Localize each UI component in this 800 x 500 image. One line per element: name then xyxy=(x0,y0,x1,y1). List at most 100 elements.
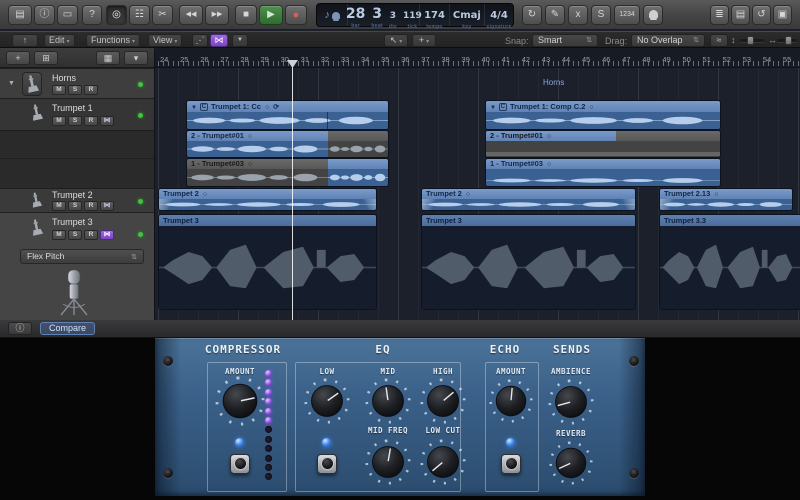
region-trumpet3-c[interactable]: Trumpet 3.3 xyxy=(659,214,800,310)
edit-menu[interactable]: Edit▾ xyxy=(44,34,75,47)
secondary-tool-menu[interactable]: +▾ xyxy=(412,34,436,47)
smart-controls-button[interactable]: ◎ xyxy=(106,5,127,25)
solo-button[interactable]: S xyxy=(68,116,82,126)
bar-ruler[interactable]: 2425262728293031323334353637383940414243… xyxy=(155,48,800,68)
compressor-amount-knob[interactable] xyxy=(215,376,265,426)
track-name[interactable]: Horns xyxy=(52,73,76,83)
disclosure-triangle-icon[interactable]: ▼ xyxy=(490,105,496,111)
add-track-button[interactable]: + xyxy=(6,51,30,65)
record-enable-button[interactable]: R xyxy=(84,85,98,95)
automation-button[interactable]: ⋰ xyxy=(192,34,208,47)
region-trumpet2-a[interactable]: Trumpet 2○ xyxy=(158,188,377,211)
take-lane-header[interactable] xyxy=(0,130,154,158)
drag-select[interactable]: No Overlap⇅ xyxy=(631,34,705,47)
region-trumpet3-a[interactable]: Trumpet 3 xyxy=(158,214,377,310)
loop-indicator-icon[interactable]: ○ xyxy=(547,161,551,168)
eq-power-switch[interactable] xyxy=(317,454,337,474)
region-trumpet2-b[interactable]: Trumpet 2○ xyxy=(421,188,636,211)
track-on-indicator[interactable] xyxy=(138,113,143,118)
record-enable-button[interactable]: R xyxy=(84,230,98,240)
duplicate-track-button[interactable]: ⊞ xyxy=(34,51,58,65)
record-enable-button[interactable]: R xyxy=(84,201,98,211)
echo-amount-knob[interactable] xyxy=(489,379,533,423)
flex-button[interactable]: ⋈ xyxy=(210,34,228,47)
region-trumpet3-b[interactable]: Trumpet 3 xyxy=(421,214,636,310)
stop-button[interactable]: ■ xyxy=(235,5,257,25)
track-icon-box[interactable] xyxy=(22,72,42,96)
track-header-trumpet2[interactable]: Trumpet 2 M S R ⋈ xyxy=(0,188,154,212)
loop-indicator-icon[interactable]: ○ xyxy=(466,191,470,198)
track-on-indicator[interactable] xyxy=(138,232,143,237)
solo-mode-button[interactable]: S xyxy=(591,5,611,25)
track-name[interactable]: Trumpet 1 xyxy=(52,103,93,113)
region-take-1[interactable]: 1 - Trumpet#03○ xyxy=(485,158,721,187)
vertical-zoom-thumb[interactable] xyxy=(747,36,754,45)
waveform-zoom-button[interactable]: ≈ xyxy=(710,34,728,47)
snap-select[interactable]: Smart⇅ xyxy=(532,34,598,47)
loop-indicator-icon[interactable]: ○ xyxy=(714,191,718,198)
region-take-2[interactable]: 2 - Trumpet#01○ xyxy=(485,130,721,158)
horizontal-zoom-thumb[interactable] xyxy=(785,36,792,45)
cycle-indicator-icon[interactable]: ⟳ xyxy=(273,104,279,111)
replace-button[interactable]: x xyxy=(568,5,588,25)
track-zoom-button[interactable]: ▦ xyxy=(96,51,120,65)
reverb-send-knob[interactable] xyxy=(549,441,593,485)
list-editors-button[interactable]: ≣ xyxy=(710,5,729,25)
track-on-indicator[interactable] xyxy=(138,199,143,204)
note-pads-button[interactable]: ▤ xyxy=(731,5,750,25)
autopunch-button[interactable]: ✎ xyxy=(545,5,565,25)
vertical-zoom-slider[interactable] xyxy=(740,39,764,42)
mute-button[interactable]: M xyxy=(52,116,66,126)
flex-button[interactable]: ⋈ xyxy=(100,116,114,126)
library-button[interactable]: ▤ xyxy=(8,5,32,25)
flex-button[interactable]: ⋈ xyxy=(100,201,114,211)
track-on-indicator[interactable] xyxy=(138,82,143,87)
region-take-folder-header[interactable]: ▼CTrumpet 1: Cc○⟳ xyxy=(186,100,389,130)
mute-button[interactable]: M xyxy=(52,201,66,211)
loop-indicator-icon[interactable]: ○ xyxy=(248,133,252,140)
metronome-button[interactable] xyxy=(643,5,663,25)
eq-low-knob[interactable] xyxy=(304,378,350,424)
solo-button[interactable]: S xyxy=(68,201,82,211)
compressor-power-switch[interactable] xyxy=(230,454,250,474)
disclosure-triangle-icon[interactable]: ▼ xyxy=(8,80,15,87)
editors-button[interactable]: ✂ xyxy=(152,5,173,25)
track-header-trumpet1[interactable]: Trumpet 1 M S R ⋈ xyxy=(0,98,154,130)
count-in-button[interactable]: 1234 xyxy=(614,5,640,25)
forward-button[interactable]: ▶▶ xyxy=(205,5,229,25)
record-button[interactable]: ● xyxy=(285,5,307,25)
flex-button[interactable]: ⋈ xyxy=(100,230,114,240)
ambience-send-knob[interactable] xyxy=(548,379,594,425)
loop-indicator-icon[interactable]: ○ xyxy=(589,104,593,111)
compare-button[interactable]: Compare xyxy=(40,322,95,335)
mute-button[interactable]: M xyxy=(52,85,66,95)
eq-mid-knob[interactable] xyxy=(365,378,411,424)
play-button[interactable]: ▶ xyxy=(259,5,283,25)
eq-mid-freq-knob[interactable] xyxy=(365,439,411,485)
eq-low-cut-knob[interactable] xyxy=(420,439,466,485)
browsers-button[interactable]: ▣ xyxy=(773,5,792,25)
region-take-1[interactable]: 1 - Trumpet#03○ xyxy=(186,158,389,187)
loop-indicator-icon[interactable]: ○ xyxy=(265,104,269,111)
region-take-2[interactable]: 2 - Trumpet#01○ xyxy=(186,130,389,158)
inspector-button[interactable]: ⓘ xyxy=(34,5,55,25)
mixer-button[interactable]: ☷ xyxy=(129,5,150,25)
take-lane-header[interactable] xyxy=(0,158,154,188)
region-take-folder-header[interactable]: ▼CTrumpet 1: Comp C.2○ xyxy=(485,100,721,130)
pointer-tool-menu[interactable]: ↖▾ xyxy=(384,34,408,47)
inspector-info-button[interactable]: ⓘ xyxy=(8,322,32,335)
solo-button[interactable]: S xyxy=(68,85,82,95)
apple-loops-button[interactable]: ↺ xyxy=(752,5,771,25)
rewind-button[interactable]: ◀◀ xyxy=(179,5,203,25)
up-arrow-button[interactable]: ↑ xyxy=(12,34,38,47)
echo-power-switch[interactable] xyxy=(501,454,521,474)
cycle-button[interactable]: ↻ xyxy=(522,5,542,25)
track-name[interactable]: Trumpet 2 xyxy=(52,190,93,200)
track-header-trumpet3[interactable]: Trumpet 3 M S R ⋈ Flex Pitch⇅ xyxy=(0,212,154,320)
record-enable-button[interactable]: R xyxy=(84,116,98,126)
mute-button[interactable]: M xyxy=(52,230,66,240)
toolbar-toggle-button[interactable]: ▭ xyxy=(57,5,78,25)
loop-indicator-icon[interactable]: ○ xyxy=(248,161,252,168)
track-header-horns[interactable]: ▼ Horns M S R xyxy=(0,68,154,98)
tracks-area[interactable]: 2425262728293031323334353637383940414243… xyxy=(155,48,800,320)
